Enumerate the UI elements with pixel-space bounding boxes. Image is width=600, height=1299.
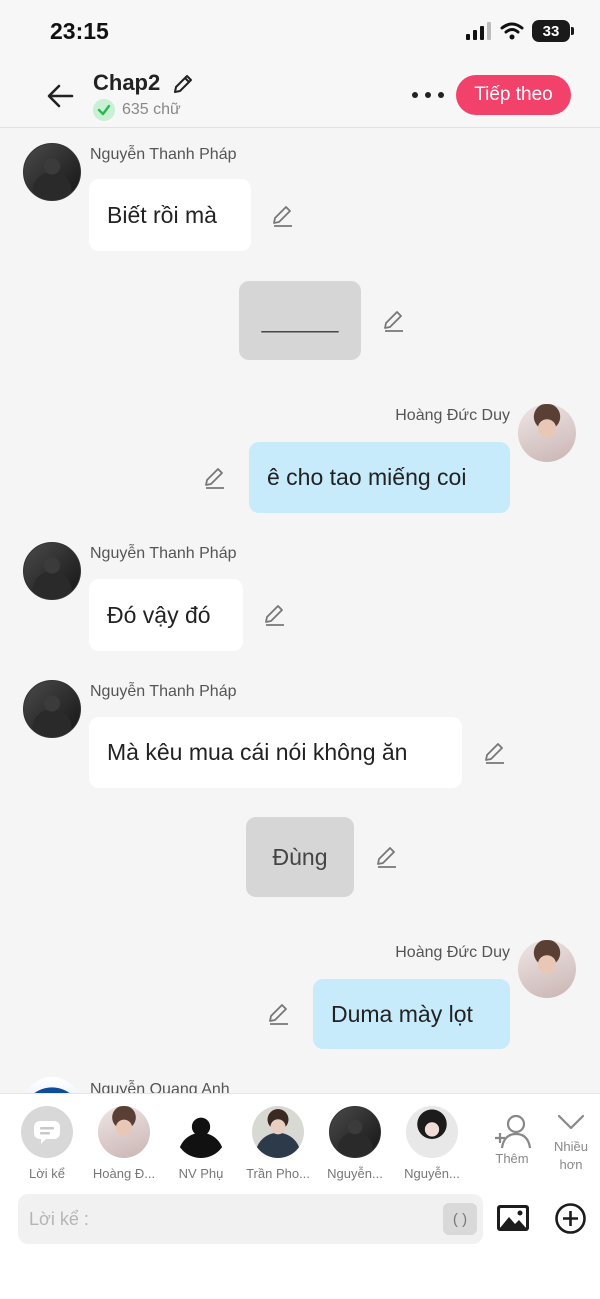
message-text: Đó vậy đó bbox=[107, 601, 211, 628]
word-count: 635 chữ bbox=[122, 101, 181, 118]
edit-message-icon[interactable] bbox=[202, 465, 228, 491]
chevron-down-icon bbox=[557, 1114, 585, 1130]
message-input-box: ( ) bbox=[18, 1194, 483, 1244]
avatar bbox=[406, 1106, 458, 1158]
message-bubble[interactable]: Biết rồi mà bbox=[89, 179, 251, 251]
next-chapter-button[interactable]: Tiếp theo bbox=[456, 75, 571, 115]
add-person-icon bbox=[495, 1114, 532, 1149]
avatar[interactable] bbox=[23, 542, 81, 600]
signal-icon bbox=[466, 22, 491, 40]
avatar[interactable] bbox=[23, 143, 81, 201]
add-button[interactable] bbox=[554, 1202, 587, 1235]
avatar[interactable] bbox=[518, 940, 576, 998]
image-button[interactable] bbox=[496, 1203, 530, 1233]
character-nguyen-1[interactable]: Nguyễn... bbox=[319, 1106, 391, 1181]
chapter-title[interactable]: Chap2 bbox=[93, 70, 160, 96]
message-text: Mà kêu mua cái nói không ăn bbox=[107, 739, 408, 765]
avatar bbox=[252, 1106, 304, 1158]
message-bubble[interactable]: Duma mày lọt bbox=[313, 979, 510, 1049]
dot-icon bbox=[425, 92, 431, 98]
chapter-header: Chap2 635 chữ Tiếp theo bbox=[0, 64, 600, 128]
message-input[interactable] bbox=[18, 1194, 438, 1244]
edit-message-icon[interactable] bbox=[270, 203, 296, 229]
dot-icon bbox=[412, 92, 418, 98]
sender-name: Hoàng Đức Duy bbox=[395, 944, 510, 961]
message-text: ______ bbox=[261, 307, 339, 333]
message-bubble[interactable]: Mà kêu mua cái nói không ăn bbox=[89, 717, 462, 788]
battery-level: 33 bbox=[542, 22, 560, 40]
edit-message-icon[interactable] bbox=[381, 308, 407, 334]
more-label: hơn bbox=[559, 1157, 583, 1172]
back-button[interactable] bbox=[42, 78, 78, 114]
message-bubble[interactable]: Đó vậy đó bbox=[89, 579, 243, 651]
sender-name: Hoàng Đức Duy bbox=[395, 407, 510, 424]
message-bubble[interactable]: ê cho tao miếng coi bbox=[249, 442, 510, 513]
add-character-button[interactable]: Thêm bbox=[488, 1112, 536, 1168]
avatar[interactable] bbox=[23, 1077, 81, 1093]
edit-message-icon[interactable] bbox=[482, 740, 508, 766]
more-label: Nhiều bbox=[554, 1139, 588, 1154]
avatar bbox=[329, 1106, 381, 1158]
sender-name: Nguyễn Thanh Pháp bbox=[90, 545, 237, 562]
edit-message-icon[interactable] bbox=[266, 1001, 292, 1027]
character-tran-pho[interactable]: Trần Pho... bbox=[242, 1106, 314, 1181]
character-hoang-duc-duy[interactable]: Hoàng Đ... bbox=[88, 1106, 160, 1181]
avatar bbox=[98, 1106, 150, 1158]
dot-icon bbox=[438, 92, 444, 98]
message-text: Duma mày lọt bbox=[331, 1000, 473, 1027]
character-narration[interactable]: Lời kể bbox=[11, 1106, 83, 1181]
character-label: Nguyễn... bbox=[404, 1166, 460, 1181]
character-label: Hoàng Đ... bbox=[92, 1166, 156, 1181]
more-characters-button[interactable]: Nhiều hơn bbox=[546, 1112, 596, 1174]
narration-bubble[interactable]: Đùng bbox=[246, 817, 354, 897]
edit-message-icon[interactable] bbox=[262, 602, 288, 628]
chat-bubble-icon bbox=[21, 1106, 73, 1158]
character-label: NV Phụ bbox=[178, 1166, 224, 1181]
edit-title-button[interactable] bbox=[172, 73, 194, 100]
message-text: Đùng bbox=[272, 843, 328, 870]
parenthesis-button[interactable]: ( ) bbox=[443, 1203, 477, 1235]
character-label: Trần Pho... bbox=[246, 1166, 310, 1181]
character-label: Lời kể bbox=[29, 1166, 65, 1181]
message-list: Nguyễn Thanh Pháp Biết rồi mà ______ Hoà… bbox=[0, 129, 600, 1093]
image-icon bbox=[497, 1205, 529, 1231]
character-picker: Lời kể Hoàng Đ... NV Phụ Trần Pho... Ngu… bbox=[11, 1106, 481, 1186]
avatar[interactable] bbox=[518, 404, 576, 462]
status-time: 23:15 bbox=[50, 18, 109, 44]
avatar bbox=[175, 1106, 227, 1158]
character-nv-phu[interactable]: NV Phụ bbox=[165, 1106, 237, 1181]
avatar[interactable] bbox=[23, 680, 81, 738]
status-bar: 23:15 33 bbox=[0, 0, 600, 64]
plus-circle-icon bbox=[555, 1203, 586, 1234]
character-label: Nguyễn... bbox=[327, 1166, 383, 1181]
composer-panel: Lời kể Hoàng Đ... NV Phụ Trần Pho... Ngu… bbox=[0, 1093, 600, 1299]
message-text: Biết rồi mà bbox=[107, 201, 217, 228]
status-icons: 33 bbox=[466, 20, 574, 42]
wifi-icon bbox=[500, 22, 524, 40]
more-options-button[interactable] bbox=[410, 82, 446, 108]
message-text: ê cho tao miếng coi bbox=[267, 464, 467, 490]
pencil-icon bbox=[174, 75, 192, 93]
sender-name: Nguyễn Thanh Pháp bbox=[90, 683, 237, 700]
add-label: Thêm bbox=[495, 1151, 529, 1166]
verified-check-icon bbox=[93, 99, 115, 121]
sender-name: Nguyễn Thanh Pháp bbox=[90, 146, 237, 163]
back-arrow-icon bbox=[47, 84, 74, 108]
edit-message-icon[interactable] bbox=[374, 844, 400, 870]
character-nguyen-2[interactable]: Nguyễn... bbox=[396, 1106, 468, 1181]
sender-name: Nguyễn Quang Anh bbox=[90, 1081, 230, 1093]
battery-icon: 33 bbox=[532, 20, 574, 42]
narration-bubble[interactable]: ______ bbox=[239, 281, 361, 360]
